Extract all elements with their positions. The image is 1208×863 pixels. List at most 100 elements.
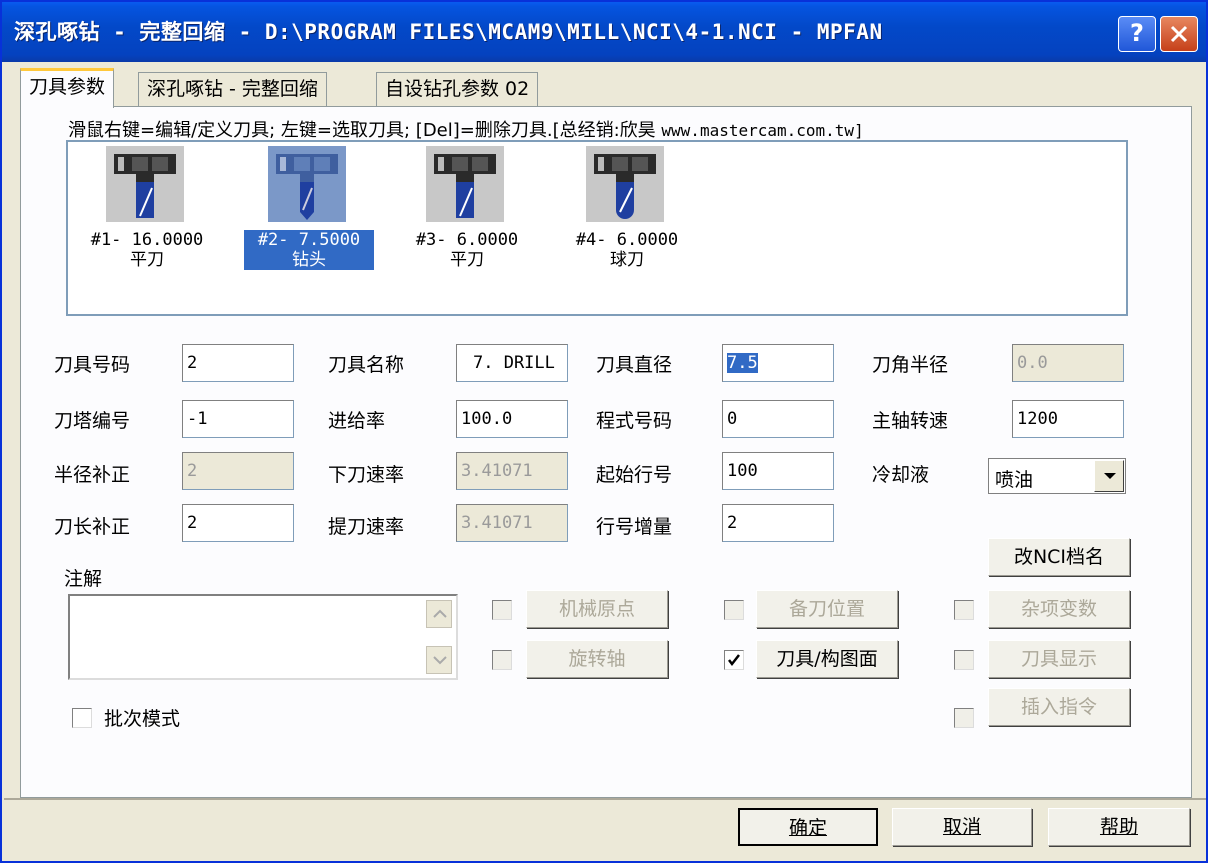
corner-radius-input[interactable]: 0.0 [1012,344,1124,382]
chevron-down-icon [433,656,447,665]
drill-icon [268,146,346,222]
ok-button[interactable]: 确定 [738,808,878,846]
tool-type: 平刀 [130,250,164,270]
tool-caption: #1- 16.0000 平刀 [82,230,212,270]
program-number-label: 程式号码 [596,410,673,432]
tool-type: 平刀 [450,250,484,270]
misc-values-button[interactable]: 杂项变数 [988,590,1130,628]
tool-caption: #2- 7.5000 钻头 [244,230,374,270]
tool-item-1[interactable]: #1- 16.0000 平刀 [82,146,212,286]
reference-point-button[interactable]: 备刀位置 [756,590,898,628]
tool-diameter-input[interactable]: 7.5 [722,344,834,382]
tab-custom-drill-params[interactable]: 自设钻孔参数 02 [376,72,539,106]
ball-endmill-icon [586,146,664,222]
retract-rate-input[interactable]: 3.41071 [456,504,568,542]
coolant-label: 冷却液 [872,464,930,486]
tool-number-size: #1- 16.0000 [90,230,204,250]
tool-name-label: 刀具名称 [328,354,405,376]
hint-main: 滑鼠右键=编辑/定义刀具; 左键=选取刀具; [Del]=删除刀具.[总经销:欣… [68,120,656,141]
ref-point-checkbox[interactable] [724,600,744,620]
sequence-increment-label: 行号增量 [596,516,673,538]
home-checkbox[interactable] [492,600,512,620]
divider [4,798,1206,800]
notes-label: 注解 [64,568,103,590]
program-number-input[interactable]: 0 [722,400,834,438]
turret-label: 刀塔编号 [54,410,131,432]
retract-rate-label: 提刀速率 [328,516,405,538]
tool-item-2[interactable]: #2- 7.5000 钻头 [244,146,374,286]
turret-input[interactable]: -1 [182,400,294,438]
hint-text: 滑鼠右键=编辑/定义刀具; 左键=选取刀具; [Del]=删除刀具.[总经销:欣… [68,116,864,142]
window-title: 深孔啄钻 - 完整回缩 - D:\PROGRAM FILES\MCAM9\MIL… [14,20,883,44]
radius-comp-label: 半径补正 [54,464,131,486]
help-title-button[interactable]: ? [1118,16,1156,52]
coolant-value: 喷油 [995,469,1034,491]
flat-endmill-icon [426,146,504,222]
tool-diameter-value: 7.5 [727,353,758,373]
tool-number-label: 刀具号码 [54,354,131,376]
rename-nci-button[interactable]: 改NCI档名 [988,538,1130,576]
close-icon [1170,25,1188,43]
help-label: 帮助 [1099,816,1138,838]
flat-endmill-icon [106,146,184,222]
spindle-speed-input[interactable]: 1200 [1012,400,1124,438]
title-bar[interactable]: 深孔啄钻 - 完整回缩 - D:\PROGRAM FILES\MCAM9\MIL… [2,2,1206,62]
feed-rate-label: 进给率 [328,410,386,432]
tab-peck-drill[interactable]: 深孔啄钻 - 完整回缩 [138,72,327,106]
feed-rate-input[interactable]: 100.0 [456,400,568,438]
tool-display-button[interactable]: 刀具显示 [988,640,1130,678]
help-icon: ? [1130,19,1144,47]
start-sequence-label: 起始行号 [596,464,673,486]
tool-number-size: #3- 6.0000 [415,230,519,250]
close-button[interactable] [1160,16,1198,52]
tool-type: 球刀 [610,250,644,270]
ok-label: 确定 [788,817,827,839]
tool-number-size: #2- 7.5000 [257,230,361,250]
insert-command-checkbox[interactable] [954,708,974,728]
help-button[interactable]: 帮助 [1048,808,1190,846]
scroll-down-button[interactable] [426,646,452,674]
radius-comp-input[interactable]: 2 [182,452,294,490]
tool-display-checkbox[interactable] [954,650,974,670]
spindle-speed-label: 主轴转速 [872,410,949,432]
plunge-rate-label: 下刀速率 [328,464,405,486]
insert-command-button[interactable]: 插入指令 [988,688,1130,726]
scroll-up-button[interactable] [426,600,452,628]
tool-caption: #4- 6.0000 球刀 [562,230,692,270]
plunge-rate-input[interactable]: 3.41071 [456,452,568,490]
tool-plane-button[interactable]: 刀具/构图面 [756,640,898,678]
rotary-axis-checkbox[interactable] [492,650,512,670]
checkmark-icon [728,654,740,667]
coolant-select[interactable]: 喷油 [988,458,1126,494]
misc-values-checkbox[interactable] [954,600,974,620]
batch-mode-label[interactable]: 批次模式 [104,704,180,731]
cancel-button[interactable]: 取消 [892,808,1032,846]
sequence-increment-input[interactable]: 2 [722,504,834,542]
tab-tool-params[interactable]: 刀具参数 [20,68,115,108]
tool-diameter-label: 刀具直径 [596,354,673,376]
tool-name-input[interactable]: 7. DRILL [456,344,568,382]
tool-list[interactable]: #1- 16.0000 平刀 #2- 7.5000 钻头 #3- 6.0000 … [66,140,1128,316]
start-sequence-input[interactable]: 100 [722,452,834,490]
tool-number-size: #4- 6.0000 [575,230,679,250]
length-comp-label: 刀长补正 [54,516,131,538]
tool-item-3[interactable]: #3- 6.0000 平刀 [402,146,532,286]
tool-number-input[interactable]: 2 [182,344,294,382]
corner-radius-label: 刀角半径 [872,354,949,376]
tool-item-4[interactable]: #4- 6.0000 球刀 [562,146,692,286]
rotary-axis-button[interactable]: 旋转轴 [526,640,668,678]
cancel-label: 取消 [942,816,981,838]
tool-name-value: 7. DRILL [473,353,555,373]
tool-plane-checkbox[interactable] [724,650,744,670]
coolant-dropdown-button[interactable] [1094,460,1124,492]
hint-url: www.mastercam.com.tw] [661,121,864,140]
length-comp-input[interactable]: 2 [182,504,294,542]
dialog-window: 深孔啄钻 - 完整回缩 - D:\PROGRAM FILES\MCAM9\MIL… [0,0,1208,863]
tool-caption: #3- 6.0000 平刀 [402,230,532,270]
home-position-button[interactable]: 机械原点 [526,590,668,628]
chevron-up-icon [433,609,447,618]
chevron-down-icon [1104,473,1116,479]
tool-type: 钻头 [292,250,326,270]
batch-mode-checkbox[interactable] [72,708,92,728]
notes-textarea[interactable] [68,594,458,680]
